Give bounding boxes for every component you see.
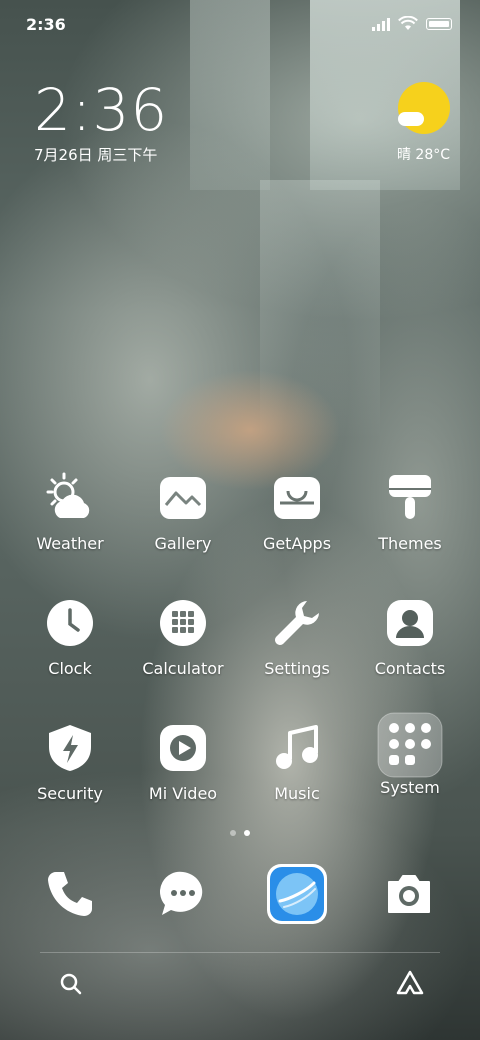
app-clock[interactable]: Clock — [15, 595, 125, 678]
security-icon — [42, 720, 98, 776]
app-music[interactable]: Music — [242, 720, 352, 803]
assistant-icon[interactable] — [396, 970, 424, 996]
themes-icon — [382, 470, 438, 526]
weather-condition: 晴 — [396, 147, 411, 163]
weather-widget[interactable]: 晴 28°C — [397, 82, 450, 164]
system-folder-icon — [377, 712, 443, 778]
bottom-bar — [0, 962, 480, 1002]
weather-temperature: 28°C — [415, 147, 450, 163]
app-label: Clock — [48, 659, 92, 678]
page-indicator — [0, 830, 480, 836]
app-label: System — [380, 778, 440, 797]
browser-icon — [267, 864, 327, 924]
messages-icon — [160, 871, 203, 915]
app-getapps[interactable]: GetApps — [242, 470, 352, 553]
clock-widget-date: 7月26日 周三下午 — [34, 146, 158, 164]
app-label: Music — [274, 784, 320, 803]
getapps-icon — [269, 470, 325, 526]
page-dot-active — [244, 830, 250, 836]
mi-video-icon — [155, 720, 211, 776]
dock-camera[interactable] — [377, 862, 441, 926]
app-label: Settings — [264, 659, 330, 678]
search-icon[interactable] — [59, 972, 83, 996]
weather-icon — [42, 470, 98, 526]
app-mi-video[interactable]: Mi Video — [128, 720, 238, 803]
app-label: Security — [37, 784, 103, 803]
clock-widget-time: 2:36 — [34, 76, 169, 144]
battery-icon — [426, 17, 452, 30]
app-label: Weather — [36, 534, 104, 553]
music-icon — [269, 720, 325, 776]
app-label: Gallery — [154, 534, 212, 553]
status-icons — [372, 16, 452, 31]
app-security[interactable]: Security — [15, 720, 125, 803]
contacts-icon — [382, 595, 438, 651]
dock-phone[interactable] — [38, 862, 102, 926]
signal-icon — [372, 17, 390, 31]
dock-divider — [40, 952, 440, 953]
status-time: 2:36 — [26, 15, 66, 34]
wifi-icon — [398, 16, 418, 30]
app-label: Contacts — [374, 659, 446, 678]
gallery-icon — [155, 470, 211, 526]
calculator-icon — [155, 595, 211, 651]
app-calculator[interactable]: Calculator — [128, 595, 238, 678]
app-label: Calculator — [142, 659, 224, 678]
app-themes[interactable]: Themes — [355, 470, 465, 553]
app-label: Themes — [378, 534, 442, 553]
dock-messages[interactable] — [151, 862, 215, 926]
clock-icon — [42, 595, 98, 651]
sun-icon — [398, 82, 450, 134]
app-gallery[interactable]: Gallery — [128, 470, 238, 553]
app-label: GetApps — [262, 534, 332, 553]
app-system-folder[interactable]: System — [355, 712, 465, 797]
app-label: Mi Video — [148, 784, 218, 803]
settings-icon — [269, 595, 325, 651]
page-dot — [230, 830, 236, 836]
app-contacts[interactable]: Contacts — [355, 595, 465, 678]
app-settings[interactable]: Settings — [242, 595, 352, 678]
clock-widget[interactable]: 2:36 7月26日 周三下午 — [34, 78, 168, 165]
status-bar: 2:36 — [0, 0, 480, 50]
wallpaper-light-beam — [260, 180, 380, 440]
dock-browser[interactable] — [265, 862, 329, 926]
camera-icon — [388, 875, 430, 913]
phone-icon — [48, 872, 92, 916]
app-weather[interactable]: Weather — [15, 470, 125, 553]
weather-text: 晴 28°C — [397, 144, 450, 164]
